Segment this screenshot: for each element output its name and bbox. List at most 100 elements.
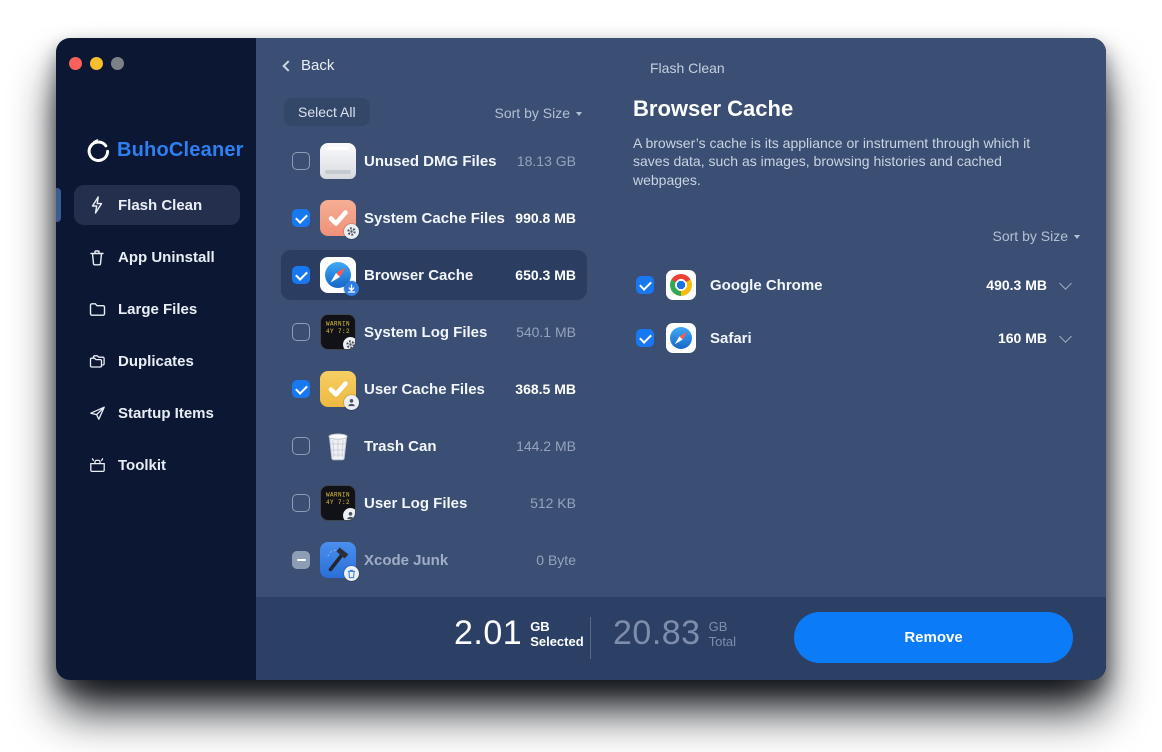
sidebar-item-label: Startup Items <box>118 404 214 422</box>
minimize-window-button[interactable] <box>90 57 103 70</box>
list-item-system-log-files[interactable]: WARNIN 4Y 7:2 System Log Files 540.1 MB <box>281 307 587 357</box>
sort-label: Sort by Size <box>992 228 1068 244</box>
expand-chevron-icon[interactable] <box>1059 330 1072 343</box>
category-list: Unused DMG Files 18.13 GB System Cache F… <box>281 136 587 585</box>
active-item-indicator <box>56 188 61 222</box>
download-badge-icon <box>344 281 359 296</box>
system-log-icon: WARNIN 4Y 7:2 <box>320 314 356 350</box>
list-item-user-log-files[interactable]: WARNIN 4Y 7:2 User Log Files 512 KB <box>281 478 587 528</box>
gear-badge-icon <box>343 337 355 349</box>
sidebar-item-large-files[interactable]: Large Files <box>74 289 240 329</box>
xcode-junk-icon <box>320 542 359 581</box>
checkbox-google-chrome[interactable] <box>636 276 654 294</box>
trash-badge-icon <box>344 566 359 581</box>
chrome-icon <box>666 270 696 300</box>
detail-sort-by-size-dropdown[interactable]: Sort by Size <box>993 228 1080 244</box>
system-cache-icon <box>320 200 359 239</box>
back-button[interactable]: Back <box>282 57 335 74</box>
sort-label: Sort by Size <box>494 105 570 121</box>
user-badge-icon <box>343 508 355 520</box>
category-list-pane: Back Select All Sort by Size Unused DMG … <box>256 38 608 597</box>
trash-icon <box>88 248 106 266</box>
sidebar-nav: Flash Clean App Uninstall Large Files Du… <box>74 185 240 485</box>
toolbox-icon <box>88 456 106 474</box>
item-size: 160 MB <box>997 330 1047 346</box>
sidebar-item-startup-items[interactable]: Startup Items <box>74 393 240 433</box>
total-size-unit: GB <box>708 619 728 634</box>
total-size-label: Total <box>708 633 737 649</box>
sidebar-item-label: Toolkit <box>118 456 167 474</box>
sidebar-item-label: Duplicates <box>118 352 194 370</box>
item-size: 540.1 MB <box>516 324 576 340</box>
list-item-system-cache-files[interactable]: System Cache Files 990.8 MB <box>281 193 587 243</box>
selected-size-value: 2.01 <box>454 614 523 652</box>
list-item-user-cache-files[interactable]: User Cache Files 368.5 MB <box>281 364 587 414</box>
back-label: Back <box>301 57 335 74</box>
select-all-button[interactable]: Select All <box>284 98 370 126</box>
item-size: 368.5 MB <box>515 381 576 397</box>
desktop-background: BuhoCleaner Flash Clean App Uninstall La… <box>0 0 1162 752</box>
sidebar: BuhoCleaner Flash Clean App Uninstall La… <box>56 38 256 680</box>
detail-header: Flash Clean <box>650 60 725 76</box>
browser-cache-icon <box>320 257 359 296</box>
duplicates-icon <box>88 352 106 370</box>
app-logo: BuhoCleaner <box>86 138 244 162</box>
total-size-value: 20.83 <box>613 614 701 652</box>
detail-pane: Flash Clean Browser Cache A browser’s ca… <box>608 38 1106 597</box>
sidebar-item-duplicates[interactable]: Duplicates <box>74 341 240 381</box>
chevron-left-icon <box>282 60 294 72</box>
item-size: 990.8 MB <box>515 210 576 226</box>
checkbox-unused-dmg-files[interactable] <box>292 152 310 170</box>
list-item-xcode-junk[interactable]: Xcode Junk 0 Byte <box>281 535 587 585</box>
list-item-browser-cache[interactable]: Browser Cache 650.3 MB <box>281 250 587 300</box>
sidebar-item-toolkit[interactable]: Toolkit <box>74 445 240 485</box>
zoom-window-button[interactable] <box>111 57 124 70</box>
brand-name: BuhoCleaner <box>117 138 244 161</box>
item-size: 0 Byte <box>536 552 576 568</box>
sidebar-item-label: Flash Clean <box>118 196 203 214</box>
user-badge-icon <box>344 395 359 410</box>
checkbox-system-cache-files[interactable] <box>292 209 310 227</box>
item-size: 512 KB <box>530 495 576 511</box>
gear-badge-icon <box>344 224 359 239</box>
detail-title: Browser Cache <box>633 96 794 121</box>
close-window-button[interactable] <box>69 57 82 70</box>
caret-down-icon <box>1074 235 1080 239</box>
rocket-icon <box>88 404 106 422</box>
sidebar-item-label: App Uninstall <box>118 248 215 266</box>
browser-list: Google Chrome 490.3 MB Safari 160 MB <box>608 260 1106 363</box>
safari-icon <box>666 323 696 353</box>
list-item-unused-dmg-files[interactable]: Unused DMG Files 18.13 GB <box>281 136 587 186</box>
sidebar-item-app-uninstall[interactable]: App Uninstall <box>74 237 240 277</box>
detail-item-safari[interactable]: Safari 160 MB <box>608 313 1106 363</box>
checkbox-safari[interactable] <box>636 329 654 347</box>
expand-chevron-icon[interactable] <box>1059 277 1072 290</box>
user-cache-icon <box>320 371 359 410</box>
user-log-icon: WARNIN 4Y 7:2 <box>320 485 356 521</box>
checkbox-browser-cache[interactable] <box>292 266 310 284</box>
detail-description: A browser’s cache is its appliance or in… <box>633 135 1031 188</box>
checkbox-trash-can[interactable] <box>292 437 310 455</box>
checkbox-user-cache-files[interactable] <box>292 380 310 398</box>
detail-item-google-chrome[interactable]: Google Chrome 490.3 MB <box>608 260 1106 310</box>
item-size: 144.2 MB <box>516 438 576 454</box>
sidebar-item-label: Large Files <box>118 300 198 318</box>
selected-size-stat: 2.01 GB Selected <box>454 614 584 653</box>
trash-can-icon <box>320 428 356 464</box>
buhocleaner-logo-icon <box>86 138 110 162</box>
stat-divider <box>590 617 591 659</box>
list-item-trash-can[interactable]: Trash Can 144.2 MB <box>281 421 587 471</box>
checkbox-user-log-files[interactable] <box>292 494 310 512</box>
item-size: 650.3 MB <box>515 267 576 283</box>
selected-size-label: Selected <box>530 633 584 649</box>
checkbox-xcode-junk[interactable] <box>292 551 310 569</box>
sidebar-item-flash-clean[interactable]: Flash Clean <box>74 185 240 225</box>
item-size: 490.3 MB <box>986 277 1047 293</box>
remove-button[interactable]: Remove <box>794 612 1073 663</box>
sort-by-size-dropdown[interactable]: Sort by Size <box>495 105 582 121</box>
checkbox-system-log-files[interactable] <box>292 323 310 341</box>
content-panel: Back Select All Sort by Size Unused DMG … <box>256 38 1106 597</box>
selected-size-unit: GB <box>530 619 550 634</box>
footer-bar: 2.01 GB Selected 20.83 GB Total Remove <box>256 597 1106 680</box>
dmg-icon <box>320 143 356 179</box>
